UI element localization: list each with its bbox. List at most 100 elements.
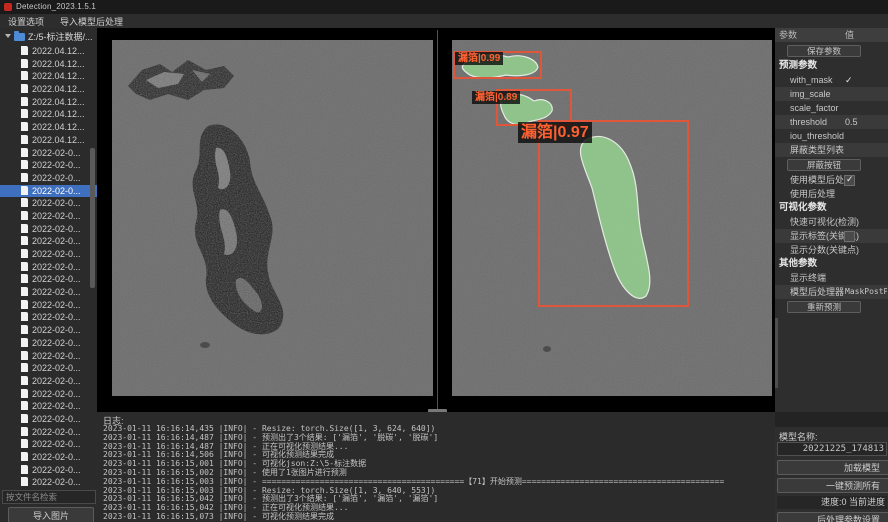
predict-all-button[interactable]: 一键预测所有 xyxy=(777,478,888,493)
file-tree[interactable]: Z:/5-标注数据/... 2022.04.12...2022.04.12...… xyxy=(0,28,97,488)
tree-file-label: 2022-02-0... xyxy=(32,414,81,424)
app-icon xyxy=(4,3,12,11)
tree-file-item[interactable]: 2022-02-0... xyxy=(0,286,97,299)
tree-file-item[interactable]: 2022-02-0... xyxy=(0,413,97,426)
tree-file-item[interactable]: 2022-02-0... xyxy=(0,273,97,286)
param-row-show-score-keypoint[interactable]: 显示分数(关键点) xyxy=(775,243,888,257)
tree-file-item[interactable]: 2022.04.12... xyxy=(0,45,97,58)
tree-file-item[interactable]: 2022.04.12... xyxy=(0,134,97,147)
param-row-use-model-postprocess[interactable]: 使用模型后处理 xyxy=(775,173,888,187)
file-icon xyxy=(21,84,28,93)
save-params-button[interactable]: 保存参数 xyxy=(787,45,861,57)
detection-box-3 xyxy=(538,120,689,307)
tree-file-item[interactable]: 2022-02-0... xyxy=(0,400,97,413)
tree-file-item[interactable]: 2022-02-0... xyxy=(0,350,97,363)
tree-file-item[interactable]: 2022-02-0... xyxy=(0,464,97,477)
tree-file-item[interactable]: 2022-02-0... xyxy=(0,223,97,236)
param-label: 快速可视化(检测) xyxy=(790,217,859,227)
caret-down-icon[interactable] xyxy=(5,34,11,38)
tree-file-item[interactable]: 2022.04.12... xyxy=(0,108,97,121)
tree-file-item[interactable]: 2022-02-0... xyxy=(0,311,97,324)
tree-file-item[interactable]: 2022-02-0... xyxy=(0,337,97,350)
log-lines: 2023-01-11 16:16:14,435 |INFO| - Resize:… xyxy=(103,425,771,522)
menu-settings[interactable]: 设置选项 xyxy=(8,15,44,28)
tree-file-item[interactable]: 2022-02-0... xyxy=(0,235,97,248)
parameters-panel: 参数 值 保存参数预测参数with_mask✓img_scalescale_fa… xyxy=(775,28,888,412)
param-row-fast-visualize-detect[interactable]: 快速可视化(检测) xyxy=(775,215,888,229)
param-row-show-terminal[interactable]: 显示终端 xyxy=(775,271,888,285)
tree-file-label: 2022-02-0... xyxy=(32,427,81,437)
tree-file-item[interactable]: 2022-02-0... xyxy=(0,375,97,388)
file-icon xyxy=(21,46,28,55)
tree-file-item[interactable]: 2022-02-0... xyxy=(0,185,97,198)
tree-file-item[interactable]: 2022.04.12... xyxy=(0,121,97,134)
panel-splitter[interactable] xyxy=(437,30,438,411)
tree-file-item[interactable]: 2022-02-0... xyxy=(0,172,97,185)
param-row-use-postprocess[interactable]: 使用后处理 xyxy=(775,187,888,201)
tree-file-item[interactable]: 2022-02-0... xyxy=(0,476,97,488)
file-icon xyxy=(21,363,28,372)
file-icon xyxy=(21,401,28,410)
param-row-iou_threshold[interactable]: iou_threshold xyxy=(775,129,888,143)
tree-file-item[interactable]: 2022-02-0... xyxy=(0,388,97,401)
param-row-with_mask[interactable]: with_mask✓ xyxy=(775,73,888,87)
log-panel[interactable]: 日志: 2023-01-11 16:16:14,435 |INFO| - Res… xyxy=(97,412,775,522)
param-value: 0.5 xyxy=(845,115,858,129)
parameters-scrollbar-thumb[interactable] xyxy=(775,318,778,388)
tree-file-item[interactable]: 2022-02-0... xyxy=(0,248,97,261)
tree-file-label: 2022-02-0... xyxy=(32,363,81,373)
source-image-panel xyxy=(112,40,433,396)
tree-file-label: 2022-02-0... xyxy=(32,236,81,246)
load-model-button[interactable]: 加载模型 xyxy=(777,460,888,475)
mask-button-button[interactable]: 屏蔽按钮 xyxy=(787,159,861,171)
image-viewer: 漏箔|0.99 漏箔|0.89 漏箔|0.97 日志: 2023-01-11 1… xyxy=(97,28,775,522)
tree-scrollbar-thumb[interactable] xyxy=(90,148,95,288)
tree-root-folder[interactable]: Z:/5-标注数据/... xyxy=(0,30,97,45)
tree-file-label: 2022.04.12... xyxy=(32,97,85,107)
tree-file-label: 2022-02-0... xyxy=(32,465,81,475)
tree-file-item[interactable]: 2022-02-0... xyxy=(0,362,97,375)
postprocess-settings-button[interactable]: 后处理参数设置 xyxy=(777,512,888,522)
tree-file-label: 2022-02-0... xyxy=(32,351,81,361)
model-name-field[interactable]: 20221225_174813 xyxy=(777,442,887,456)
tree-file-label: 2022.04.12... xyxy=(32,46,85,56)
tree-file-item[interactable]: 2022-02-0... xyxy=(0,324,97,337)
tree-file-label: 2022-02-0... xyxy=(32,477,81,487)
tree-file-item[interactable]: 2022-02-0... xyxy=(0,438,97,451)
param-row-img_scale[interactable]: img_scale xyxy=(775,87,888,101)
file-icon xyxy=(21,338,28,347)
param-row-mask-type-list[interactable]: 屏蔽类型列表 xyxy=(775,143,888,157)
tree-file-item[interactable]: 2022.04.12... xyxy=(0,83,97,96)
filename-search-input[interactable] xyxy=(2,490,96,504)
menu-import-model-postprocess[interactable]: 导入模型后处理 xyxy=(60,15,123,28)
file-icon xyxy=(21,287,28,296)
tree-file-label: 2022.04.12... xyxy=(32,109,85,119)
tree-file-item[interactable]: 2022-02-0... xyxy=(0,159,97,172)
tree-file-item[interactable]: 2022-02-0... xyxy=(0,426,97,439)
tree-file-item[interactable]: 2022.04.12... xyxy=(0,96,97,109)
file-icon xyxy=(21,186,28,195)
import-images-button[interactable]: 导入图片 xyxy=(8,507,94,522)
param-row-show-labels-keypoint[interactable]: 显示标签(关键点) xyxy=(775,229,888,243)
file-icon xyxy=(21,211,28,220)
tree-file-item[interactable]: 2022-02-0... xyxy=(0,299,97,312)
tree-file-item[interactable]: 2022-02-0... xyxy=(0,197,97,210)
detection-label-2: 漏箔|0.89 xyxy=(472,91,520,104)
tree-file-item[interactable]: 2022-02-0... xyxy=(0,210,97,223)
model-panel: 模型名称: 20221225_174813 加载模型 一键预测所有 速度:0 当… xyxy=(775,427,888,522)
param-row-threshold[interactable]: threshold0.5 xyxy=(775,115,888,129)
checkbox-checked[interactable] xyxy=(844,175,855,186)
file-icon xyxy=(21,148,28,157)
file-icon xyxy=(21,274,28,283)
re-predict-button[interactable]: 重新预测 xyxy=(787,301,861,313)
tree-file-item[interactable]: 2022.04.12... xyxy=(0,58,97,71)
file-icon xyxy=(21,59,28,68)
param-row-model-postprocessor[interactable]: 模型后处理器MaskPostPro xyxy=(775,285,888,299)
tree-file-item[interactable]: 2022-02-0... xyxy=(0,451,97,464)
tree-file-item[interactable]: 2022.04.12... xyxy=(0,70,97,83)
tree-file-item[interactable]: 2022-02-0... xyxy=(0,261,97,274)
file-icon xyxy=(21,135,28,144)
tree-file-item[interactable]: 2022-02-0... xyxy=(0,147,97,160)
param-row-scale_factor[interactable]: scale_factor xyxy=(775,101,888,115)
checkbox-empty[interactable] xyxy=(844,231,855,242)
